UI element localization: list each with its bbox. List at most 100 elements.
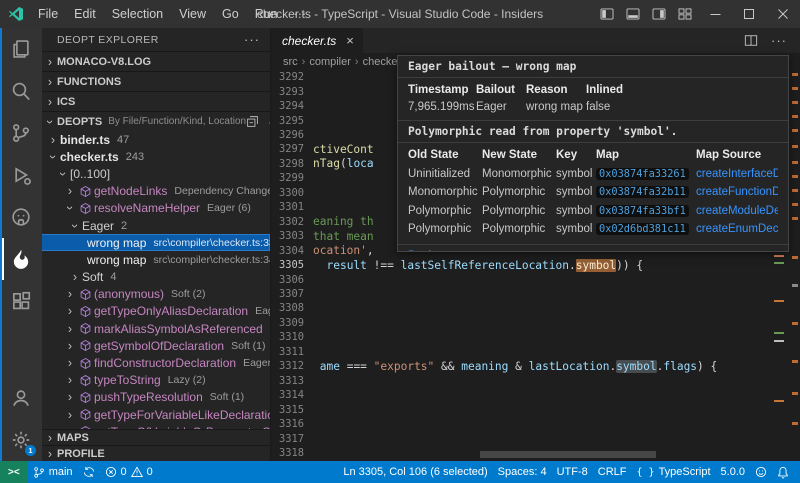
map-address[interactable]: 0x03874fa33bf1 [596, 205, 689, 217]
code-line: 3316 [270, 417, 800, 431]
remote-indicator[interactable]: >< [0, 461, 28, 483]
collapse-all-icon[interactable] [246, 115, 259, 128]
source-control-icon[interactable] [2, 112, 40, 154]
explorer-icon[interactable] [2, 28, 40, 70]
line-number: 3299 [270, 172, 304, 184]
extensions-icon[interactable] [2, 280, 40, 322]
tree-item-label: wrong map [87, 253, 146, 267]
tab-checker-ts[interactable]: checker.ts × [270, 28, 363, 53]
problems-status[interactable]: 0 0 [100, 461, 158, 483]
tree-item[interactable]: ›findConstructorDeclarationEager (1) [40, 354, 270, 371]
tree-item[interactable]: ›resolveNameHelperEager (6) [40, 200, 270, 217]
tree-item[interactable]: ›Eager2 [40, 217, 270, 234]
feedback-smiley-icon[interactable] [750, 461, 772, 483]
run-and-debug-icon[interactable] [2, 154, 40, 196]
tab-close-icon[interactable]: × [346, 33, 354, 48]
tree-item[interactable]: ›(anonymous)Soft (2) [40, 286, 270, 303]
toggle-panel-icon[interactable] [620, 0, 646, 28]
notifications-bell-icon[interactable] [772, 461, 794, 483]
ic-table: Old StateNew StateKeyMapMap SourceUninit… [398, 143, 788, 245]
toggle-secondary-sidebar-icon[interactable] [646, 0, 672, 28]
tree-item[interactable]: ›getSymbolOfDeclarationSoft (1) [40, 337, 270, 354]
menu-item[interactable]: Edit [66, 0, 104, 28]
menu-item[interactable]: Run [247, 0, 286, 28]
code-token: === [340, 360, 374, 373]
horizontal-scrollbar[interactable] [480, 451, 656, 458]
tree-item[interactable]: ›pushTypeResolutionSoft (1) [40, 389, 270, 406]
error-icon [105, 466, 117, 478]
chevron-right-icon: › [354, 56, 360, 68]
section-header-profile[interactable]: ›PROFILE [40, 445, 270, 461]
maximize-button[interactable] [732, 0, 766, 28]
toggle-primary-sidebar-icon[interactable] [594, 0, 620, 28]
tree-item[interactable]: ›checker.ts243 [40, 148, 270, 165]
section-header-functions[interactable]: ›FUNCTIONS [40, 71, 270, 91]
tree-item[interactable]: ›[0..100] [40, 165, 270, 182]
editor-more-actions-icon[interactable]: ··· [771, 33, 787, 48]
chevron-right-icon: › [63, 373, 77, 387]
eol-status[interactable]: CRLF [593, 461, 632, 483]
code-token: ctiveCont [313, 143, 374, 156]
section-label: ICS [57, 96, 75, 108]
tree-item[interactable]: ›typeToStringLazy (2) [40, 372, 270, 389]
github-icon[interactable] [2, 196, 40, 238]
menu-item[interactable]: Go [214, 0, 247, 28]
tree-item[interactable]: ›getTypeForVariableLikeDeclaration... [40, 406, 270, 423]
tree-item-label: getNodeLinks [94, 184, 167, 198]
sync-button[interactable] [78, 461, 100, 483]
typescript-version[interactable]: 5.0.0 [716, 461, 750, 483]
tree-item[interactable]: wrong mapsrc\compiler\checker.ts:330... [40, 234, 270, 251]
breadcrumb-item[interactable]: compiler [309, 56, 351, 68]
map-address[interactable]: 0x03874fa33261 [596, 168, 689, 180]
accounts-icon[interactable] [2, 377, 40, 419]
menu-item[interactable]: View [171, 0, 214, 28]
tree-item-label: Soft [82, 270, 103, 284]
tree-item[interactable]: ›getNodeLinksDependency Change (1) [40, 183, 270, 200]
minimize-button[interactable] [698, 0, 732, 28]
tree-item[interactable]: ›markAliasSymbolAsReferencedEage... [40, 320, 270, 337]
deopts-more-actions-icon[interactable]: ··· [268, 115, 270, 129]
code-token: & [508, 360, 528, 373]
peek-maps-link[interactable]: Peek maps [398, 245, 788, 253]
section-header-ics[interactable]: ›ICS [40, 91, 270, 111]
map-source-link[interactable]: createEnumDeclaratio [696, 223, 778, 235]
code-token: ocation' [313, 244, 367, 257]
section-header-monaco-v8-log[interactable]: ›MONACO-V8.LOG [40, 51, 270, 71]
map-source-link[interactable]: createInterfaceDeclara [696, 168, 778, 180]
tree-item[interactable]: ›Soft4 [40, 269, 270, 286]
language-mode[interactable]: { } TypeScript [632, 461, 716, 483]
section-header-maps[interactable]: ›MAPS [40, 429, 270, 445]
code-token: ame [320, 360, 340, 373]
code-text: ame === "exports" && meaning & lastLocat… [313, 360, 717, 373]
section-deopts[interactable]: › DEOPTS By File/Function/Kind, Location… [40, 111, 270, 131]
tree-item[interactable]: ›getTypeOnlyAliasDeclarationEager (1) [40, 303, 270, 320]
map-source-link[interactable]: createFunctionDeclara [696, 186, 778, 198]
tab-label: checker.ts [282, 34, 336, 48]
search-icon[interactable] [2, 70, 40, 112]
customize-layout-icon[interactable] [672, 0, 698, 28]
tree-item[interactable]: ›binder.ts47 [40, 131, 270, 148]
settings-gear-icon[interactable]: 1 [2, 419, 40, 461]
breadcrumb-item[interactable]: src [283, 56, 298, 68]
map-address[interactable]: 0x02d6bd381c11 [596, 223, 689, 235]
close-button[interactable] [766, 0, 800, 28]
menu-item[interactable]: Selection [104, 0, 171, 28]
branch-name: main [49, 466, 73, 478]
encoding-status[interactable]: UTF-8 [552, 461, 593, 483]
branch-status[interactable]: main [28, 461, 78, 483]
split-editor-icon[interactable] [744, 34, 758, 47]
code-text: eaning th [313, 215, 374, 228]
menu-item[interactable]: ··· [286, 0, 315, 28]
status-bar: >< main 0 0 Ln 3305, Col 106 (6 selected… [0, 461, 800, 483]
sidebar-more-actions-icon[interactable]: ··· [244, 32, 260, 47]
deopt-explorer-flame-icon[interactable] [2, 238, 40, 280]
error-count: 0 [121, 466, 127, 478]
column-header: Inlined [586, 84, 632, 96]
table-cell: Eager [476, 101, 526, 113]
map-source-link[interactable]: createModuleDeclarat [696, 205, 778, 217]
menu-item[interactable]: File [30, 0, 66, 28]
indentation-status[interactable]: Spaces: 4 [493, 461, 552, 483]
cursor-position[interactable]: Ln 3305, Col 106 (6 selected) [338, 461, 492, 483]
tree-item[interactable]: wrong mapsrc\compiler\checker.ts:348... [40, 251, 270, 268]
map-address[interactable]: 0x03874fa32b11 [596, 186, 689, 198]
